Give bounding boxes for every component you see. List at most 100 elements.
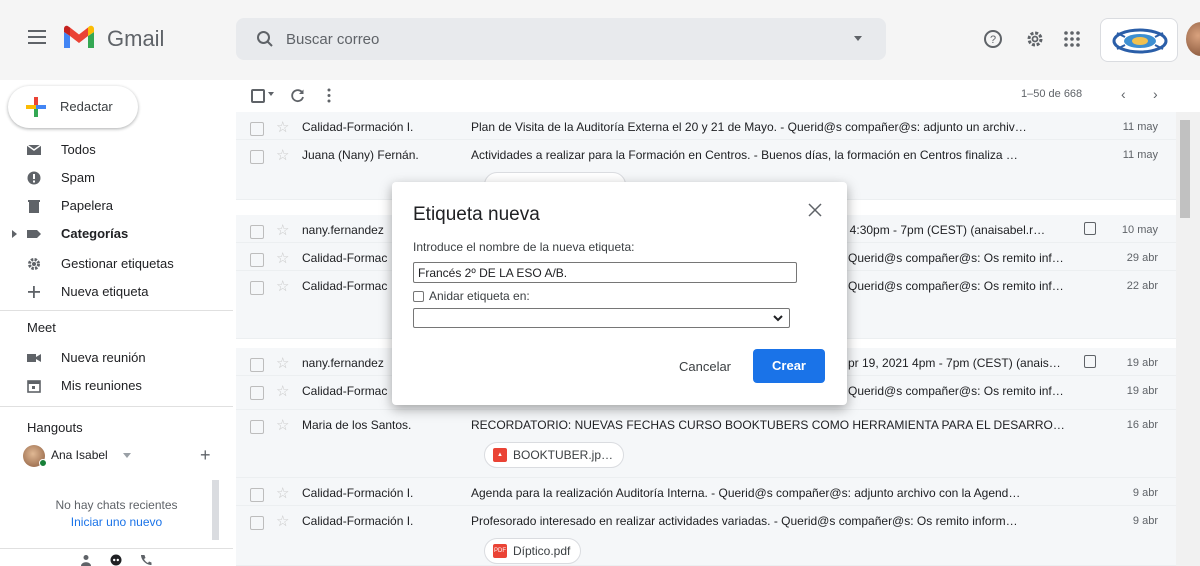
create-button[interactable]: Crear [753,349,825,383]
star-icon[interactable]: ☆ [276,484,289,502]
sidebar-item-new-label[interactable]: Nueva etiqueta [0,278,220,306]
email-date: 10 may [1121,224,1158,236]
image-file-icon: ▲ [493,448,507,462]
table-row[interactable]: ☆ Calidad-Formación I. Plan de Visita de… [236,112,1176,140]
new-chat-plus-icon[interactable]: + [200,445,211,466]
star-icon[interactable]: ☆ [276,118,289,136]
row-checkbox[interactable] [250,150,264,164]
sidebar-item-label: Categorías [61,226,129,241]
star-icon[interactable]: ☆ [276,221,289,239]
row-checkbox[interactable] [250,281,264,295]
row-checkbox[interactable] [250,358,264,372]
organization-badge[interactable] [1100,18,1178,62]
hangouts-user[interactable]: Ana Isabel + [23,443,213,469]
chevron-down-icon[interactable] [123,453,131,459]
account-avatar[interactable] [1186,22,1200,56]
attachment-name: Díptico.pdf [513,544,571,558]
compose-plus-icon [26,97,46,117]
star-icon[interactable]: ☆ [276,277,289,295]
row-checkbox[interactable] [250,516,264,530]
select-options-icon[interactable] [268,92,274,96]
scrollbar-thumb[interactable] [1180,120,1190,218]
start-new-chat-link[interactable]: Iniciar uno nuevo [0,515,233,529]
video-icon [27,354,41,362]
email-date: 29 abr [1126,252,1158,264]
email-sender: Calidad-Formación I. [302,120,414,134]
row-checkbox[interactable] [250,122,264,136]
row-checkbox[interactable] [250,225,264,239]
star-icon[interactable]: ☆ [276,512,289,530]
sidebar-item-my-meetings[interactable]: Mis reuniones [0,372,220,400]
table-row[interactable]: ☆ Calidad-Formación I. Profesorado inter… [236,506,1176,566]
email-subject: pr 19, 2021 4pm - 7pm (CEST) (anais… [848,356,1061,370]
previous-page-icon[interactable]: ‹ [1121,86,1126,102]
refresh-icon[interactable] [290,88,305,103]
next-page-icon[interactable]: › [1153,86,1158,102]
row-checkbox[interactable] [250,253,264,267]
search-input[interactable] [286,29,826,49]
search-icon[interactable] [256,30,274,48]
star-icon[interactable]: ☆ [276,382,289,400]
search-bar[interactable] [236,18,886,60]
star-icon[interactable]: ☆ [276,416,289,434]
compose-label: Redactar [60,99,113,114]
email-date: 16 abr [1126,419,1158,431]
email-date: 11 may [1122,121,1158,133]
gmail-logo-icon[interactable] [62,24,96,50]
table-row[interactable]: ☆ Calidad-Formación I. Agenda para la re… [236,478,1176,506]
close-icon[interactable] [806,201,824,219]
cancel-button[interactable]: Cancelar [670,355,740,379]
mail-list-scrollbar[interactable] [1176,112,1200,566]
email-date: 9 abr [1132,487,1158,499]
star-icon[interactable]: ☆ [276,354,289,372]
phone-icon[interactable] [140,554,152,566]
calendar-event-icon [1084,222,1096,235]
hangouts-user-name: Ana Isabel [51,448,108,462]
label-name-input[interactable] [413,262,797,283]
trash-icon [28,200,40,213]
sidebar-item-trash[interactable]: Papelera [0,192,220,220]
contacts-icon[interactable] [80,554,92,566]
star-icon[interactable]: ☆ [276,146,289,164]
parent-label-select[interactable] [413,308,790,328]
email-date: 22 abr [1126,280,1158,292]
email-subject: Querid@s compañer@s: Os remito inf… [848,279,1064,293]
settings-icon[interactable] [1024,28,1046,50]
hangouts-chat-icon[interactable] [110,554,122,566]
attachment-chip[interactable]: PDF Díptico.pdf [484,538,582,564]
email-subject: Querid@s compañer@s: Os remito inf… [848,251,1064,265]
spam-icon [27,171,41,185]
row-checkbox[interactable] [250,420,264,434]
apps-icon[interactable] [1061,28,1083,50]
select-all-checkbox[interactable] [251,89,265,103]
sidebar-item-manage-labels[interactable]: Gestionar etiquetas [0,250,220,278]
attachment-chip[interactable]: ▲ BOOKTUBER.jp… [484,442,625,468]
table-row[interactable]: ☆ Maria de los Santos. RECORDATORIO: NUE… [236,410,1176,478]
attachment-name: BOOKTUBER.jp… [513,448,614,462]
sidebar-item-new-meeting[interactable]: Nueva reunión [0,344,220,372]
sidebar-item-label: Gestionar etiquetas [61,256,174,271]
expand-arrow-icon[interactable] [12,230,18,238]
email-sender: nany.fernandez [302,356,384,370]
compose-button[interactable]: Redactar [8,86,138,128]
email-date: 19 abr [1126,385,1158,397]
more-options-icon[interactable] [326,88,332,103]
row-checkbox[interactable] [250,488,264,502]
pagination-count: 1–50 de 668 [1021,88,1083,100]
star-icon[interactable]: ☆ [276,249,289,267]
svg-text:?: ? [990,34,996,46]
sidebar-item-categories[interactable]: Categorías [0,220,220,248]
row-checkbox[interactable] [250,386,264,400]
search-options-icon[interactable] [854,36,862,41]
mail-icon [27,144,41,155]
email-sender: Calidad-Formac [302,384,388,398]
pdf-file-icon: PDF [493,544,507,558]
sidebar-item-all[interactable]: Todos [0,136,220,164]
nest-label-checkbox[interactable] [413,291,424,302]
sidebar-item-spam[interactable]: Spam [0,164,220,192]
help-icon[interactable]: ? [982,28,1004,50]
sidebar-item-label: Mis reuniones [61,378,142,393]
nest-label-option[interactable]: Anidar etiqueta en: [413,289,633,305]
menu-icon[interactable] [28,30,46,44]
email-sender: nany.fernandez [302,223,384,237]
